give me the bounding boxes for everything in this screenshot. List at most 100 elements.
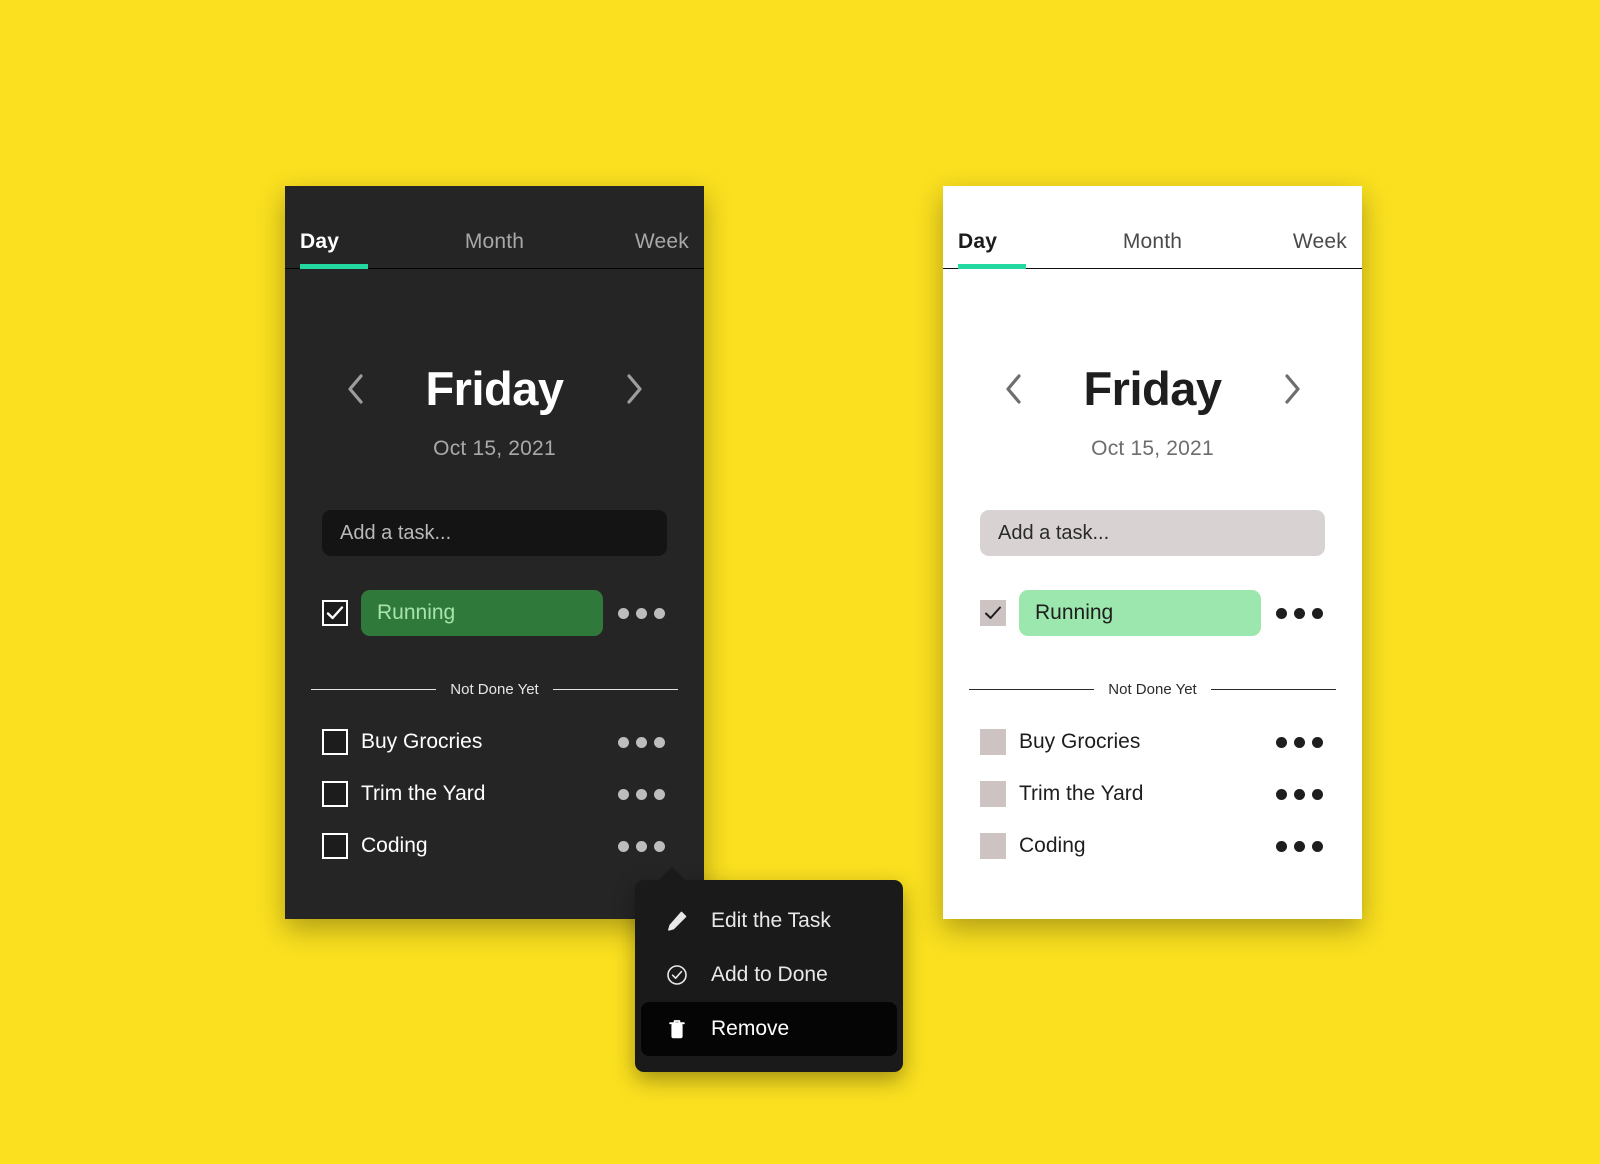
task-label: Buy Grocries — [1019, 730, 1141, 753]
todo-card-dark: Day Month Week Friday Oct 15, 2021 Add a… — [285, 186, 704, 919]
chevron-left-icon[interactable] — [999, 367, 1029, 411]
dot — [618, 736, 629, 748]
chevron-right-icon[interactable] — [1277, 367, 1307, 411]
context-menu-label: Edit the Task — [711, 909, 831, 932]
task-menu-icon-trim-the-yard-light[interactable] — [1274, 783, 1325, 806]
list-item: Buy Grocries — [322, 716, 667, 768]
day-name-light: Friday — [1083, 362, 1222, 415]
tab-week-dark[interactable]: Week — [584, 230, 689, 269]
divider-line-left — [311, 689, 437, 690]
pending-task-list-light: Buy Grocries Trim the Yard Coding — [980, 716, 1325, 872]
dot — [1294, 788, 1305, 800]
dot — [618, 788, 629, 800]
tab-day-dark[interactable]: Day — [300, 230, 405, 269]
tab-month-dark[interactable]: Month — [405, 230, 584, 269]
task-menu-icon-trim-the-yard-dark[interactable] — [616, 783, 667, 806]
app-stage: Day Month Week Friday Oct 15, 2021 Add a… — [0, 0, 1600, 1164]
day-date-light: Oct 15, 2021 — [1091, 437, 1214, 460]
task-menu-icon-coding-dark[interactable] — [616, 835, 667, 858]
task-pill-running-light[interactable]: Running — [1019, 590, 1261, 636]
dot — [618, 607, 629, 619]
chevron-left-icon[interactable] — [341, 367, 371, 411]
dot — [1276, 607, 1287, 619]
list-item: Coding — [980, 820, 1325, 872]
checkbox-running-light[interactable] — [980, 600, 1006, 626]
dot — [654, 788, 665, 800]
dot — [1294, 607, 1305, 619]
view-tabs-light: Day Month Week — [943, 186, 1362, 269]
done-task-row-dark: Running — [322, 590, 667, 636]
day-navigator-light: Friday — [943, 361, 1362, 416]
divider-line-left — [969, 689, 1095, 690]
day-date-dark: Oct 15, 2021 — [433, 437, 556, 460]
task-label: Coding — [361, 834, 428, 857]
checkbox-coding-light[interactable] — [980, 833, 1006, 859]
tab-day-light[interactable]: Day — [958, 230, 1063, 269]
dot — [654, 840, 665, 852]
context-menu-item-edit-the-task[interactable]: Edit the Task — [641, 894, 897, 948]
checkbox-buy-grocries-light[interactable] — [980, 729, 1006, 755]
tab-month-light[interactable]: Month — [1063, 230, 1242, 269]
task-pill-running-dark[interactable]: Running — [361, 590, 603, 636]
task-context-menu: Edit the Task Add to Done Remove — [635, 867, 903, 1072]
checkbox-trim-the-yard-light[interactable] — [980, 781, 1006, 807]
day-name-dark: Friday — [425, 362, 564, 415]
check-circle-icon — [665, 963, 689, 987]
list-item: Buy Grocries — [980, 716, 1325, 768]
task-menu-icon-running-light[interactable] — [1274, 602, 1325, 625]
tab-week-light[interactable]: Week — [1242, 230, 1347, 269]
task-label: Trim the Yard — [1019, 782, 1144, 805]
divider-label-dark: Not Done Yet — [450, 681, 539, 698]
dot — [1294, 840, 1305, 852]
checkbox-trim-the-yard-dark[interactable] — [322, 781, 348, 807]
dot — [1294, 736, 1305, 748]
list-item: Coding — [322, 820, 667, 872]
dot — [654, 736, 665, 748]
dot — [636, 607, 647, 619]
divider-line-right — [552, 689, 678, 690]
task-label: Buy Grocries — [361, 730, 483, 753]
day-navigator-dark: Friday — [285, 361, 704, 416]
dot — [1312, 607, 1323, 619]
todo-card-light: Day Month Week Friday Oct 15, 2021 Add a… — [943, 186, 1362, 919]
section-divider-light: Not Done Yet — [969, 681, 1336, 698]
checkbox-buy-grocries-dark[interactable] — [322, 729, 348, 755]
dot — [636, 736, 647, 748]
task-label: Coding — [1019, 834, 1086, 857]
list-item: Trim the Yard — [322, 768, 667, 820]
divider-line-right — [1210, 689, 1336, 690]
context-menu-label: Add to Done — [711, 963, 828, 986]
pending-task-list-dark: Buy Grocries Trim the Yard Coding — [322, 716, 667, 872]
task-menu-icon-coding-light[interactable] — [1274, 835, 1325, 858]
checkbox-coding-dark[interactable] — [322, 833, 348, 859]
dot — [1276, 788, 1287, 800]
divider-label-light: Not Done Yet — [1108, 681, 1197, 698]
task-menu-icon-buy-grocries-dark[interactable] — [616, 731, 667, 754]
task-label: Trim the Yard — [361, 782, 486, 805]
pencil-icon — [665, 909, 689, 933]
dot — [636, 840, 647, 852]
dot — [654, 607, 665, 619]
dot — [1312, 736, 1323, 748]
context-menu-pointer — [658, 867, 686, 881]
task-menu-icon-buy-grocries-light[interactable] — [1274, 731, 1325, 754]
dot — [1276, 840, 1287, 852]
dot — [618, 840, 629, 852]
context-menu-item-remove[interactable]: Remove — [641, 1002, 897, 1056]
context-menu-label: Remove — [711, 1017, 790, 1040]
checkbox-running-dark[interactable] — [322, 600, 348, 626]
done-task-row-light: Running — [980, 590, 1325, 636]
view-tabs-dark: Day Month Week — [285, 186, 704, 269]
add-task-input-dark[interactable] — [322, 510, 667, 556]
dot — [1312, 788, 1323, 800]
list-item: Trim the Yard — [980, 768, 1325, 820]
add-task-input-light[interactable] — [980, 510, 1325, 556]
section-divider-dark: Not Done Yet — [311, 681, 678, 698]
task-menu-icon-running-dark[interactable] — [616, 602, 667, 625]
context-menu-item-add-to-done[interactable]: Add to Done — [641, 948, 897, 1002]
dot — [636, 788, 647, 800]
dot — [1312, 840, 1323, 852]
trash-icon — [665, 1017, 689, 1041]
chevron-right-icon[interactable] — [619, 367, 649, 411]
dot — [1276, 736, 1287, 748]
